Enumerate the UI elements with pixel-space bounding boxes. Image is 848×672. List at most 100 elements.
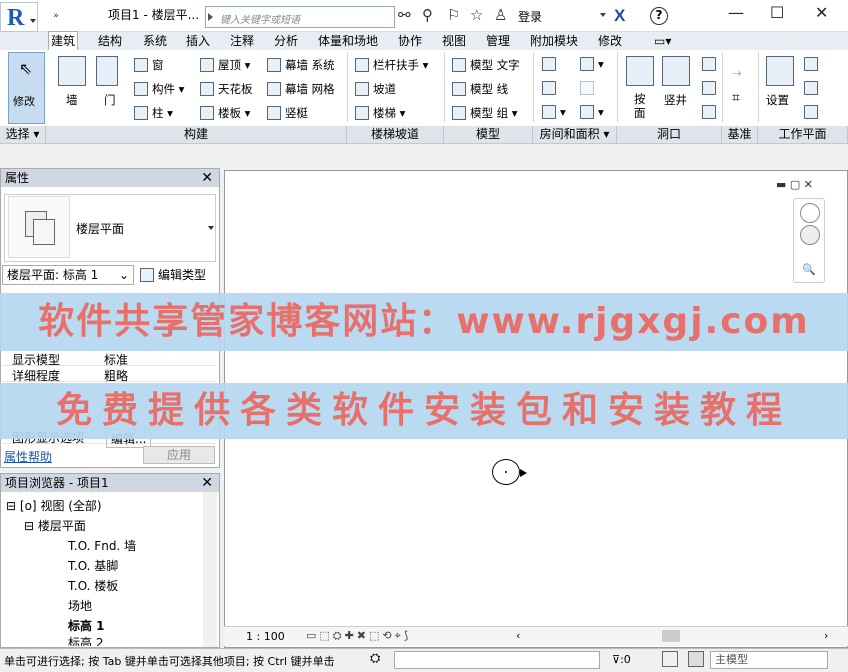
grid-icon[interactable]: ⌗ [732,90,740,106]
property-row[interactable]: 显示模型 标准 [2,350,216,367]
window-button[interactable]: 窗 [134,57,164,73]
tree-item[interactable]: 标高 2 [68,634,103,646]
select-group-label[interactable]: 选择 ▾ [0,126,46,143]
browser-scrollbar[interactable] [203,492,217,647]
model-line-button[interactable]: 模型 线 [452,81,508,97]
tab-insert[interactable]: 插入 [184,32,212,50]
tree-group-floor-plans[interactable]: ⊟ 楼层平面 [24,517,86,534]
editable-only-icon[interactable] [662,651,678,667]
tree-item-active[interactable]: 标高 1 [68,617,105,634]
room-button[interactable] [542,57,560,71]
tab-annotate[interactable]: 注释 [228,32,256,50]
ramp-button[interactable]: 坡道 [355,81,396,97]
favorites-star-icon[interactable]: ☆ [470,6,483,24]
roof-button[interactable]: 屋顶 ▾ [200,57,250,73]
area-button[interactable]: ▾ [542,105,566,119]
shaft-label[interactable]: 竖井 [664,92,687,108]
scroll-left-icon[interactable]: ‹ [516,629,520,642]
close-icon[interactable]: ✕ [201,169,213,187]
navigation-bar[interactable]: 🔍 [793,198,825,283]
communication-icon[interactable]: ⚐ [447,6,460,24]
column-button[interactable]: 柱 ▾ [134,105,173,121]
level-icon[interactable]: ⇢ [732,66,742,80]
door-icon[interactable] [96,56,118,86]
scroll-right-icon[interactable]: › [824,629,828,642]
close-icon[interactable]: ✕ [201,474,213,492]
zoom-icon[interactable] [800,225,820,245]
apply-button[interactable]: 应用 [143,446,215,464]
ceiling-button[interactable]: 天花板 [200,81,253,97]
login-button[interactable]: 登录 [518,8,542,25]
instance-filter-select[interactable]: 楼层平面: 标高 1 ⌄ [2,265,134,285]
design-option-select[interactable]: 主模型 [710,651,828,669]
workset-dropdown[interactable] [394,651,600,669]
viewer-button[interactable] [804,105,822,119]
modify-button[interactable]: ⇖ 修改 [8,52,45,124]
tag-area-button[interactable]: ▾ [580,105,604,119]
stair-button[interactable]: 楼梯 ▾ [355,105,405,121]
property-row[interactable]: 详细程度 粗略 [2,366,216,383]
room-separator-button[interactable] [542,81,560,95]
dormer-opening-button[interactable] [702,105,720,119]
tab-analyze[interactable]: 分析 [272,32,300,50]
mullion-button[interactable]: 竖梃 [267,105,308,121]
component-button[interactable]: 构件 ▾ [134,81,184,97]
help-button[interactable]: ? [650,7,668,25]
view-control-icons[interactable]: ▭⬚⛭✚✖⬚⟲⌖⟆ [306,629,411,643]
subscription-key-icon[interactable]: ⚲ [422,6,433,24]
tree-root[interactable]: ⊟ [o] 视图 (全部) [6,497,102,514]
filter-count[interactable]: ⊽:0 [612,653,631,666]
set-workplane-icon[interactable] [766,56,794,86]
model-group-button[interactable]: 模型 组 ▾ [452,105,518,121]
close-button[interactable]: ✕ [815,3,828,22]
area-boundary-button[interactable] [580,81,598,95]
vertical-opening-button[interactable] [702,81,720,95]
edit-type-button[interactable]: 编辑类型 [140,266,206,283]
tree-item[interactable]: T.O. 基脚 [68,557,118,574]
tab-collaborate[interactable]: 协作 [396,32,424,50]
ref-plane-button[interactable] [804,81,822,95]
room-group-label[interactable]: 房间和面积 ▾ [533,126,617,143]
design-options-icon[interactable] [688,651,704,667]
search-input[interactable]: 键入关键字或短语 [205,6,395,28]
curtain-grid-button[interactable]: 幕墙 网格 [267,81,335,97]
application-menu-button[interactable]: R [0,2,38,32]
tab-systems[interactable]: 系统 [141,32,169,50]
chevron-down-icon[interactable] [208,226,214,230]
railing-button[interactable]: 栏杆扶手 ▾ [355,57,428,73]
zoom-region-icon[interactable]: 🔍 [802,263,816,276]
by-face-label[interactable]: 按 面 [634,92,646,120]
set-label[interactable]: 设置 [766,92,789,108]
by-face-icon[interactable] [626,56,654,86]
elevation-marker-icon[interactable] [492,459,527,485]
expand-arrow-icon[interactable] [208,13,213,21]
tab-addins[interactable]: 附加模块 [528,32,580,50]
quick-access-toolbar-expand[interactable]: » [46,8,66,24]
show-workplane-button[interactable] [804,57,822,71]
door-label[interactable]: 门 [104,92,116,108]
tab-manage[interactable]: 管理 [484,32,512,50]
wall-label[interactable]: 墙 [66,92,78,108]
maximize-button[interactable]: ☐ [770,3,784,22]
tree-item[interactable]: T.O. 楼板 [68,577,118,594]
chevron-down-icon[interactable] [600,13,606,17]
view-scale[interactable]: 1 : 100 [246,630,285,643]
wall-icon[interactable] [58,56,86,86]
wall-opening-button[interactable] [702,57,720,71]
tree-item[interactable]: 场地 [68,597,92,614]
binoculars-icon[interactable]: ⚯ [398,6,411,24]
floor-button[interactable]: 楼板 ▾ [200,105,250,121]
steering-wheel-icon[interactable] [800,203,820,223]
user-icon[interactable]: ♙ [494,6,507,24]
horizontal-scroll-thumb[interactable] [662,630,680,642]
ribbon-minimize-toggle[interactable]: ▭▾ [652,32,673,50]
tab-view[interactable]: 视图 [440,32,468,50]
tag-room-button[interactable]: ▾ [580,57,604,71]
model-text-button[interactable]: 模型 文字 [452,57,520,73]
tree-item[interactable]: T.O. Fnd. 墙 [68,537,136,554]
worksets-icon[interactable]: ⛭ [370,651,380,666]
autodesk-exchange-icon[interactable]: X [614,6,625,26]
tab-modify[interactable]: 修改 [596,32,624,50]
minimize-button[interactable]: — [728,3,744,22]
view-window-controls[interactable]: ▬ ▢ ✕ [776,178,813,191]
